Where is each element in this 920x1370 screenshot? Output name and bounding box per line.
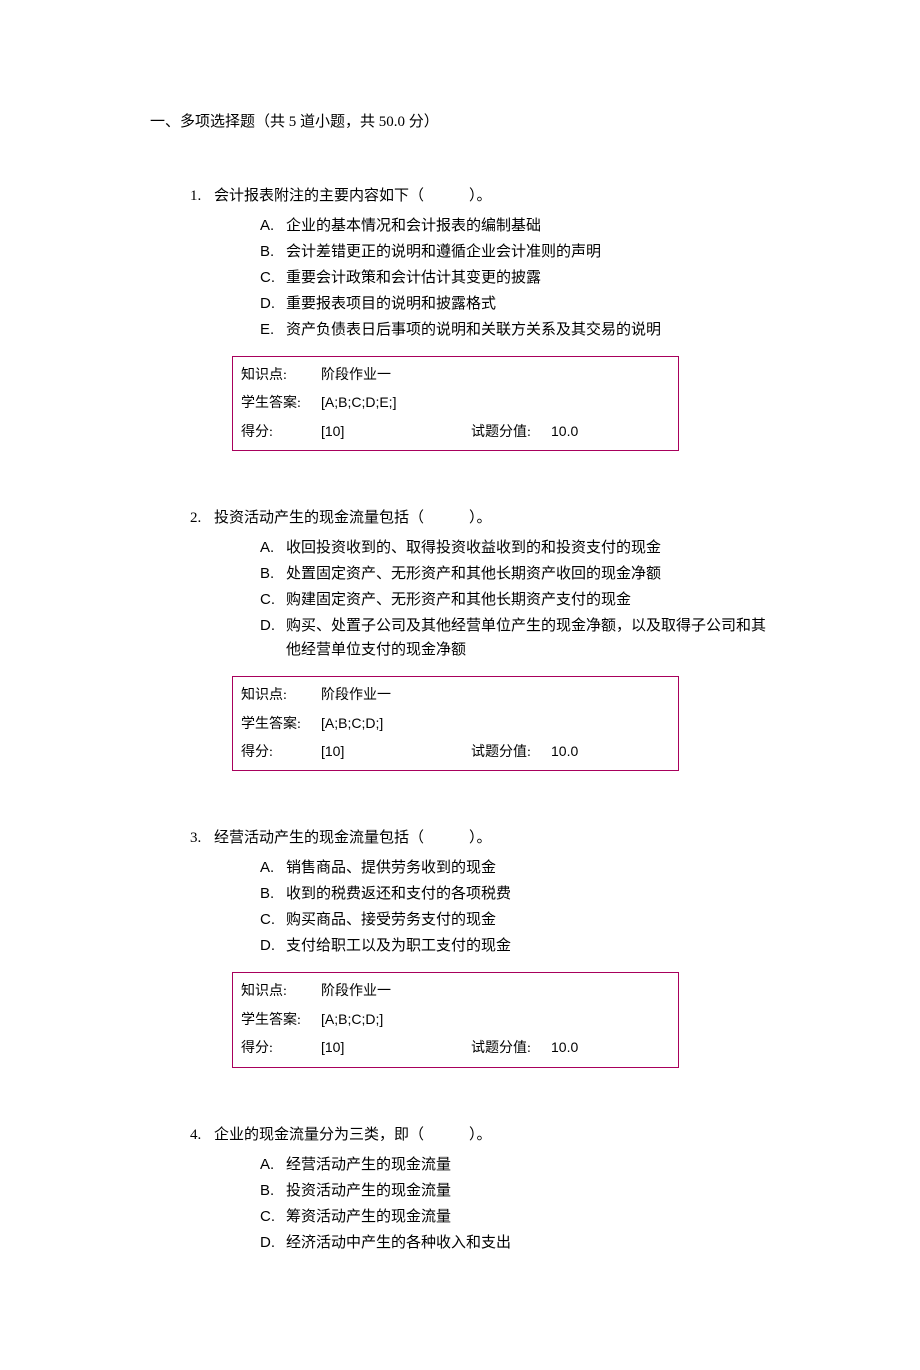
option-label: B. bbox=[260, 562, 286, 586]
option-label: D. bbox=[260, 292, 286, 316]
option-label: A. bbox=[260, 856, 286, 880]
knowledge-value: 阶段作业一 bbox=[321, 979, 501, 1001]
option-text: 收回投资收到的、取得投资收益收到的和投资支付的现金 bbox=[286, 536, 770, 560]
option-row: D.重要报表项目的说明和披露格式 bbox=[260, 292, 770, 316]
option-label: C. bbox=[260, 908, 286, 932]
option-label: D. bbox=[260, 614, 286, 638]
option-text: 支付给职工以及为职工支付的现金 bbox=[286, 934, 770, 958]
option-text: 购买、处置子公司及其他经营单位产生的现金净额，以及取得子公司和其他经营单位支付的… bbox=[286, 614, 770, 662]
option-row: A.销售商品、提供劳务收到的现金 bbox=[260, 856, 770, 880]
option-text: 处置固定资产、无形资产和其他长期资产收回的现金净额 bbox=[286, 562, 770, 586]
question-block: 2. 投资活动产生的现金流量包括（ ）。 A.收回投资收到的、取得投资收益收到的… bbox=[190, 506, 770, 771]
full-score-label: 试题分值: bbox=[471, 1038, 551, 1060]
option-row: E.资产负债表日后事项的说明和关联方关系及其交易的说明 bbox=[260, 318, 770, 342]
knowledge-label: 知识点: bbox=[241, 981, 321, 1003]
option-list: A.销售商品、提供劳务收到的现金 B.收到的税费返还和支付的各项税费 C.购买商… bbox=[260, 856, 770, 958]
score-label: 得分: bbox=[241, 742, 321, 764]
option-text: 重要会计政策和会计估计其变更的披露 bbox=[286, 266, 770, 290]
option-label: C. bbox=[260, 588, 286, 612]
question-block: 1. 会计报表附注的主要内容如下（ ）。 A.企业的基本情况和会计报表的编制基础… bbox=[190, 184, 770, 451]
score-value: [10] bbox=[321, 740, 471, 762]
score-label: 得分: bbox=[241, 1038, 321, 1060]
option-row: D.购买、处置子公司及其他经营单位产生的现金净额，以及取得子公司和其他经营单位支… bbox=[260, 614, 770, 662]
option-row: D.经济活动中产生的各种收入和支出 bbox=[260, 1231, 770, 1255]
option-text: 购建固定资产、无形资产和其他长期资产支付的现金 bbox=[286, 588, 770, 612]
student-answer-label: 学生答案: bbox=[241, 1010, 321, 1032]
option-label: B. bbox=[260, 882, 286, 906]
option-row: C.购买商品、接受劳务支付的现金 bbox=[260, 908, 770, 932]
option-row: A.经营活动产生的现金流量 bbox=[260, 1153, 770, 1177]
knowledge-value: 阶段作业一 bbox=[321, 363, 501, 385]
question-stem: 会计报表附注的主要内容如下（ ）。 bbox=[214, 184, 770, 208]
answer-box: 知识点:阶段作业一 学生答案:[A;B;C;D;E;] 得分: [10] 试题分… bbox=[232, 356, 679, 451]
student-answer-value: [A;B;C;D;] bbox=[321, 712, 501, 734]
option-text: 会计差错更正的说明和遵循企业会计准则的声明 bbox=[286, 240, 770, 264]
student-answer-label: 学生答案: bbox=[241, 393, 321, 415]
option-label: D. bbox=[260, 1231, 286, 1255]
question-number: 4. bbox=[190, 1123, 214, 1147]
option-text: 收到的税费返还和支付的各项税费 bbox=[286, 882, 770, 906]
option-label: A. bbox=[260, 536, 286, 560]
student-answer-value: [A;B;C;D;E;] bbox=[321, 391, 501, 413]
question-number: 3. bbox=[190, 826, 214, 850]
option-text: 投资活动产生的现金流量 bbox=[286, 1179, 770, 1203]
option-text: 购买商品、接受劳务支付的现金 bbox=[286, 908, 770, 932]
option-row: B.会计差错更正的说明和遵循企业会计准则的声明 bbox=[260, 240, 770, 264]
full-score-label: 试题分值: bbox=[471, 742, 551, 764]
option-row: B.投资活动产生的现金流量 bbox=[260, 1179, 770, 1203]
option-label: A. bbox=[260, 214, 286, 238]
option-label: C. bbox=[260, 266, 286, 290]
option-row: C.筹资活动产生的现金流量 bbox=[260, 1205, 770, 1229]
knowledge-value: 阶段作业一 bbox=[321, 683, 501, 705]
option-text: 经营活动产生的现金流量 bbox=[286, 1153, 770, 1177]
answer-box: 知识点:阶段作业一 学生答案:[A;B;C;D;] 得分: [10] 试题分值:… bbox=[232, 972, 679, 1067]
question-stem: 经营活动产生的现金流量包括（ ）。 bbox=[214, 826, 770, 850]
option-row: B.处置固定资产、无形资产和其他长期资产收回的现金净额 bbox=[260, 562, 770, 586]
option-text: 企业的基本情况和会计报表的编制基础 bbox=[286, 214, 770, 238]
option-label: D. bbox=[260, 934, 286, 958]
question-stem: 投资活动产生的现金流量包括（ ）。 bbox=[214, 506, 770, 530]
option-label: B. bbox=[260, 1179, 286, 1203]
option-list: A.企业的基本情况和会计报表的编制基础 B.会计差错更正的说明和遵循企业会计准则… bbox=[260, 214, 770, 342]
option-row: A.收回投资收到的、取得投资收益收到的和投资支付的现金 bbox=[260, 536, 770, 560]
option-row: D.支付给职工以及为职工支付的现金 bbox=[260, 934, 770, 958]
question-number: 1. bbox=[190, 184, 214, 208]
option-text: 筹资活动产生的现金流量 bbox=[286, 1205, 770, 1229]
option-text: 销售商品、提供劳务收到的现金 bbox=[286, 856, 770, 880]
option-row: A.企业的基本情况和会计报表的编制基础 bbox=[260, 214, 770, 238]
student-answer-value: [A;B;C;D;] bbox=[321, 1008, 501, 1030]
option-list: A.经营活动产生的现金流量 B.投资活动产生的现金流量 C.筹资活动产生的现金流… bbox=[260, 1153, 770, 1255]
score-value: [10] bbox=[321, 420, 471, 442]
full-score-value: 10.0 bbox=[551, 740, 578, 762]
question-block: 4. 企业的现金流量分为三类，即（ ）。 A.经营活动产生的现金流量 B.投资活… bbox=[190, 1123, 770, 1255]
option-text: 重要报表项目的说明和披露格式 bbox=[286, 292, 770, 316]
answer-box: 知识点:阶段作业一 学生答案:[A;B;C;D;] 得分: [10] 试题分值:… bbox=[232, 676, 679, 771]
question-number: 2. bbox=[190, 506, 214, 530]
student-answer-label: 学生答案: bbox=[241, 714, 321, 736]
section-title: 一、多项选择题（共 5 道小题，共 50.0 分） bbox=[150, 110, 770, 134]
option-list: A.收回投资收到的、取得投资收益收到的和投资支付的现金 B.处置固定资产、无形资… bbox=[260, 536, 770, 662]
question-block: 3. 经营活动产生的现金流量包括（ ）。 A.销售商品、提供劳务收到的现金 B.… bbox=[190, 826, 770, 1067]
option-row: B.收到的税费返还和支付的各项税费 bbox=[260, 882, 770, 906]
full-score-label: 试题分值: bbox=[471, 422, 551, 444]
full-score-value: 10.0 bbox=[551, 420, 578, 442]
option-label: E. bbox=[260, 318, 286, 342]
knowledge-label: 知识点: bbox=[241, 685, 321, 707]
option-row: C.购建固定资产、无形资产和其他长期资产支付的现金 bbox=[260, 588, 770, 612]
score-value: [10] bbox=[321, 1036, 471, 1058]
option-text: 经济活动中产生的各种收入和支出 bbox=[286, 1231, 770, 1255]
option-label: C. bbox=[260, 1205, 286, 1229]
score-label: 得分: bbox=[241, 422, 321, 444]
option-label: B. bbox=[260, 240, 286, 264]
knowledge-label: 知识点: bbox=[241, 365, 321, 387]
question-stem: 企业的现金流量分为三类，即（ ）。 bbox=[214, 1123, 770, 1147]
option-label: A. bbox=[260, 1153, 286, 1177]
full-score-value: 10.0 bbox=[551, 1036, 578, 1058]
option-text: 资产负债表日后事项的说明和关联方关系及其交易的说明 bbox=[286, 318, 770, 342]
option-row: C.重要会计政策和会计估计其变更的披露 bbox=[260, 266, 770, 290]
